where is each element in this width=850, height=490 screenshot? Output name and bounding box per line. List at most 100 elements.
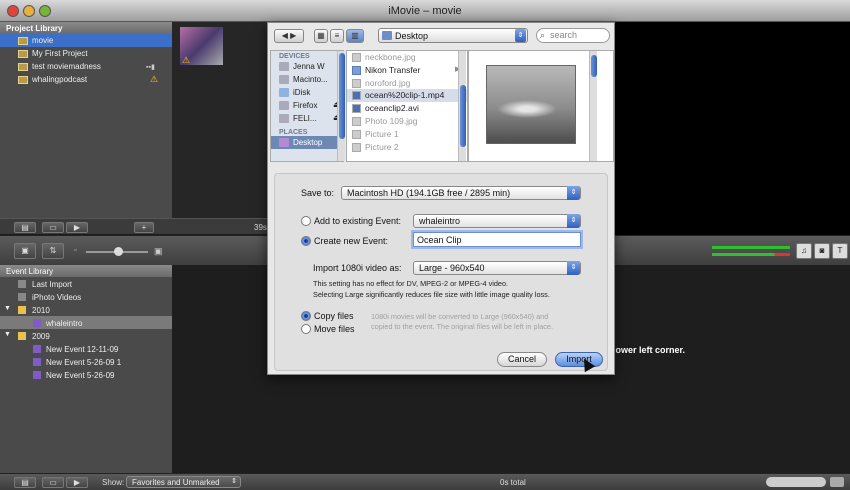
show-filter-value: Favorites and Unmarked: [132, 478, 220, 487]
iphoto-icon: [18, 293, 26, 301]
disclosure-triangle-icon[interactable]: ▼: [4, 305, 11, 312]
scroll-thumb[interactable]: [460, 85, 466, 147]
project-item[interactable]: movie: [0, 34, 172, 47]
save-to-label: Save to:: [301, 188, 335, 198]
event-label: whaleintro: [46, 319, 83, 328]
video-file-icon: [352, 104, 361, 114]
title-icon[interactable]: T: [832, 243, 848, 259]
project-item[interactable]: test moviemadness ▪▪▮: [0, 60, 172, 73]
event-item[interactable]: New Event 12-11-09: [0, 342, 172, 355]
large-thumb-icon: ▣: [154, 246, 163, 256]
sidebar-item-desktop[interactable]: Desktop: [271, 136, 343, 149]
disk-icon: [279, 114, 289, 123]
copy-note: 1080i movies will be converted to Large …: [371, 312, 549, 321]
disclosure-triangle-icon[interactable]: ▼: [4, 331, 11, 338]
preview-scrollbar[interactable]: [589, 51, 597, 161]
create-new-label: Create new Event:: [314, 236, 389, 246]
file-item[interactable]: Picture 2: [347, 141, 467, 154]
folder-item[interactable]: Nikon Transfer▶: [347, 64, 467, 77]
list-view-button[interactable]: ≡: [330, 29, 344, 43]
move-files-label: Move files: [314, 324, 355, 334]
event-item[interactable]: New Event 5-26-09 1: [0, 355, 172, 368]
camera-import-button[interactable]: ▣: [14, 243, 36, 259]
scroll-thumb[interactable]: [339, 53, 345, 139]
image-file-icon: [352, 53, 361, 62]
sidebar-item-device[interactable]: Macinto...: [271, 73, 343, 86]
sidebar-item-device[interactable]: iDisk: [271, 86, 343, 99]
file-item[interactable]: Picture 1: [347, 128, 467, 141]
zoom-slider[interactable]: [766, 477, 826, 487]
import-size-value: Large - 960x540: [419, 263, 485, 273]
computer-icon: [279, 62, 289, 71]
project-item[interactable]: My First Project: [0, 47, 172, 60]
back-forward-buttons[interactable]: ◀ ▶: [274, 29, 304, 43]
sidebar-item-device[interactable]: FELI...⏏: [271, 112, 343, 125]
import-button[interactable]: Import: [555, 352, 603, 367]
event-year[interactable]: ▼ 2009: [0, 329, 172, 342]
scroll-thumb[interactable]: [591, 55, 597, 77]
import-size-select[interactable]: Large - 960x540 ⇕: [413, 261, 581, 275]
places-header: PLACES: [279, 129, 308, 136]
photo-icon[interactable]: ◙: [814, 243, 830, 259]
show-projects-button[interactable]: ▤: [14, 222, 36, 233]
idisk-icon: [279, 88, 289, 97]
add-existing-label: Add to existing Event:: [314, 216, 402, 226]
cancel-button[interactable]: Cancel: [497, 352, 547, 367]
copy-files-radio[interactable]: [301, 311, 311, 321]
save-to-value: Macintosh HD (194.1GB free / 2895 min): [347, 188, 511, 198]
sidebar-item-label: FELI...: [293, 114, 317, 123]
existing-event-value: whaleintro: [419, 216, 461, 226]
event-item[interactable]: iPhoto Videos: [0, 290, 172, 303]
new-event-name-input[interactable]: Ocean Clip: [413, 232, 581, 247]
play-button[interactable]: ▶: [66, 477, 88, 488]
file-name: Nikon Transfer: [365, 64, 421, 75]
add-existing-radio[interactable]: [301, 216, 311, 226]
music-icon[interactable]: ♫: [796, 243, 812, 259]
event-star-icon: [33, 358, 41, 366]
bottom-bar: ▤ ▭ ▶ Show: Favorites and Unmarked ⇕ 0s t…: [0, 473, 850, 490]
path-popup[interactable]: Desktop ⇕: [378, 28, 528, 43]
event-item[interactable]: Last Import: [0, 277, 172, 290]
file-list-scrollbar[interactable]: [458, 51, 466, 161]
add-project-button[interactable]: +: [134, 222, 154, 233]
file-item[interactable]: oceanclip2.avi: [347, 102, 467, 115]
file-item[interactable]: Photo 109.jpg: [347, 115, 467, 128]
existing-event-select[interactable]: whaleintro ⇕: [413, 214, 581, 228]
show-events-button[interactable]: ▤: [14, 477, 36, 488]
show-filter-select[interactable]: Favorites and Unmarked ⇕: [126, 476, 241, 488]
save-to-select[interactable]: Macintosh HD (194.1GB free / 2895 min) ⇕: [341, 186, 581, 200]
import-dialog: ◀ ▶ ▦ ≡ ▥ Desktop ⇕ ⌕ search DEVICES Jen…: [267, 22, 615, 375]
file-item-selected[interactable]: ocean%20clip-1.mp4: [347, 89, 467, 103]
play-button[interactable]: ▶: [66, 222, 88, 233]
play-fullscreen-button[interactable]: ▭: [42, 477, 64, 488]
zoom-knob[interactable]: [830, 477, 844, 487]
sidebar-scrollbar[interactable]: [337, 51, 345, 161]
sidebar-item-device[interactable]: Firefox⏏: [271, 99, 343, 112]
warning-icon: ⚠: [150, 74, 159, 84]
event-star-icon: [33, 371, 41, 379]
popup-arrows-icon: ⇕: [567, 261, 580, 275]
file-item[interactable]: neckbone.jpg: [347, 51, 467, 64]
video-preview: [486, 65, 576, 144]
file-name: noroford.jpg: [365, 77, 411, 88]
new-event-name-value: Ocean Clip: [417, 235, 462, 245]
create-new-radio[interactable]: [301, 236, 311, 246]
event-label: 2009: [32, 332, 50, 341]
file-name: Picture 2: [365, 141, 399, 152]
icon-view-button[interactable]: ▦: [314, 29, 328, 43]
event-item[interactable]: whaleintro: [0, 316, 172, 329]
column-view-button[interactable]: ▥: [346, 29, 364, 43]
slider-knob[interactable]: [114, 247, 123, 256]
event-year[interactable]: ▼ 2010: [0, 303, 172, 316]
event-label: New Event 12-11-09: [46, 345, 119, 354]
swap-button[interactable]: ⇅: [42, 243, 64, 259]
move-files-radio[interactable]: [301, 324, 311, 334]
event-item[interactable]: New Event 5-26-09: [0, 368, 172, 381]
project-item[interactable]: whalingpodcast ⚠: [0, 73, 172, 86]
play-fullscreen-button[interactable]: ▭: [42, 222, 64, 233]
video-file-icon: [352, 91, 361, 101]
project-icon: [18, 50, 28, 58]
search-input[interactable]: ⌕ search: [536, 28, 610, 43]
file-item[interactable]: noroford.jpg: [347, 77, 467, 90]
sidebar-item-device[interactable]: Jenna W: [271, 60, 343, 73]
